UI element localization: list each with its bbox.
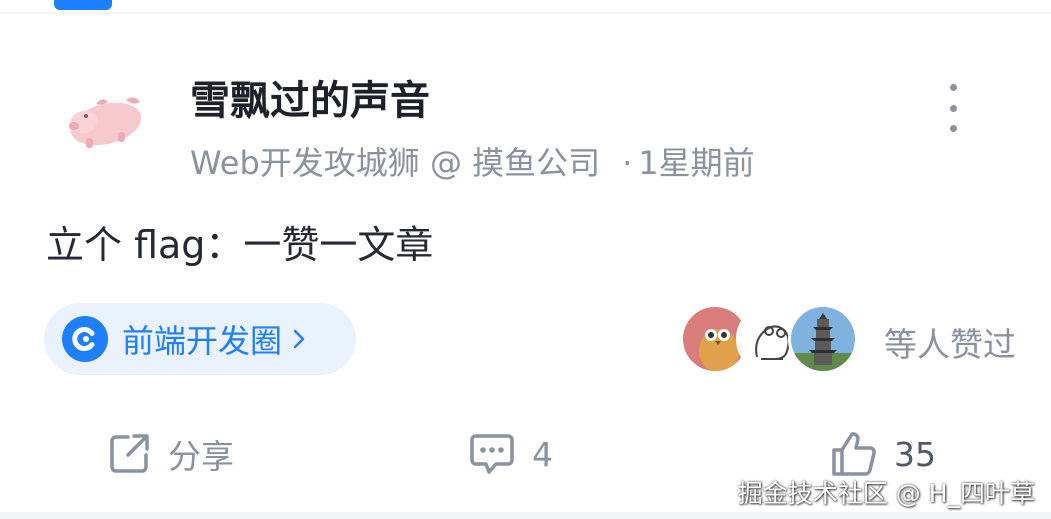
comment-button[interactable]: 4 xyxy=(468,428,553,480)
juejin-circle-icon xyxy=(62,316,108,362)
comment-icon xyxy=(470,434,514,474)
active-tab-indicator xyxy=(54,0,112,10)
dot xyxy=(949,125,957,132)
dot xyxy=(949,84,957,91)
top-divider xyxy=(0,12,1051,14)
chevron-right-icon xyxy=(292,327,306,351)
author-title: Web开发攻城狮 @ 摸鱼公司 xyxy=(190,144,601,182)
like-count: 35 xyxy=(894,434,936,474)
circle-tag[interactable]: 前端开发圈 xyxy=(44,303,356,375)
pig-avatar-image xyxy=(69,97,142,148)
author-avatar[interactable] xyxy=(56,82,156,162)
dot xyxy=(949,104,957,112)
comment-count: 4 xyxy=(532,434,553,474)
post-card: 雪飘过的声音 Web开发攻城狮 @ 摸鱼公司 · 1星期前 立个 flag：一赞一文… xyxy=(0,0,1051,519)
liked-by-text[interactable]: 等人赞过 xyxy=(884,318,1016,366)
time-separator: · xyxy=(622,144,633,182)
share-label: 分享 xyxy=(168,437,234,476)
liker-avatar-pagoda[interactable] xyxy=(788,304,858,374)
circle-name: 前端开发圈 xyxy=(122,322,283,360)
more-options-icon[interactable] xyxy=(938,84,968,132)
author-meta: Web开发攻城狮 @ 摸鱼公司 · 1星期前 xyxy=(190,138,755,184)
bottom-divider xyxy=(0,512,1051,519)
thumbs-up-icon xyxy=(832,432,876,476)
share-icon xyxy=(110,434,149,473)
pagoda-avatar-image xyxy=(791,307,855,371)
watermark: 掘金技术社区 @ H_四叶草 xyxy=(737,479,1035,508)
post-content[interactable]: 立个 flag：一赞一文章 xyxy=(46,214,433,269)
posted-time: 1星期前 xyxy=(638,144,755,182)
author-name[interactable]: 雪飘过的声音 xyxy=(190,68,430,126)
share-button[interactable]: 分享 xyxy=(106,428,234,480)
like-button[interactable]: 35 xyxy=(830,428,936,480)
